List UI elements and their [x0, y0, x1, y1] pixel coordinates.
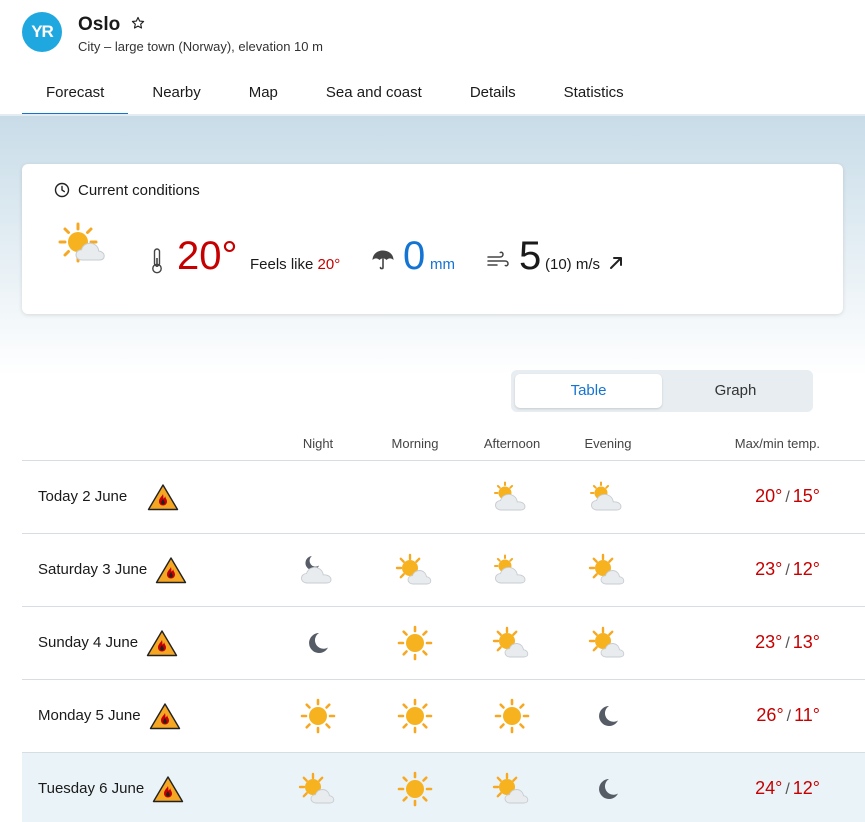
tab-forecast[interactable]: Forecast — [22, 72, 129, 116]
fire-danger-warning-icon[interactable] — [149, 702, 181, 730]
wind-direction-arrow-icon — [610, 257, 622, 269]
partly-cloudy-sun-icon — [298, 772, 335, 804]
column-header-maxmin: Max/min temp. — [734, 436, 820, 451]
max-temperature: 26° — [756, 705, 784, 725]
partly-cloudy-sun-icon — [588, 553, 625, 585]
feels-like: Feels like 20° — [250, 256, 340, 273]
sun-icon — [494, 698, 530, 734]
day-label: Sunday 4 June — [38, 634, 139, 651]
temperature-separator: / — [786, 708, 792, 725]
sun-icon — [397, 625, 433, 661]
moon-icon — [599, 706, 618, 726]
feels-like-value: 20° — [317, 256, 341, 273]
max-min-temperature: 23°/13° — [755, 632, 820, 653]
max-min-temperature: 26°/11° — [756, 705, 820, 726]
fire-danger-warning-icon[interactable] — [152, 775, 184, 803]
wind-speed: 5 — [519, 234, 542, 278]
tab-bar: Forecast Nearby Map Sea and coast Detail… — [22, 72, 648, 116]
temperature-separator: / — [785, 489, 790, 506]
day-label: Monday 5 June — [38, 707, 141, 724]
min-temperature: 13° — [792, 632, 820, 652]
current-temperature: 20° — [177, 234, 238, 278]
moon-icon — [599, 779, 618, 799]
max-temperature: 23° — [755, 632, 783, 652]
tab-sea-and-coast[interactable]: Sea and coast — [302, 72, 446, 116]
sun-icon — [397, 771, 433, 807]
forecast-row[interactable]: Sunday 4 June 23°/13° — [22, 607, 865, 679]
fire-danger-warning-icon[interactable] — [146, 629, 178, 657]
column-header-night: Night — [302, 436, 334, 451]
partly-cloudy-sun-icon — [58, 222, 105, 263]
fire-danger-warning-icon[interactable] — [147, 483, 179, 511]
max-min-temperature: 24°/12° — [755, 778, 820, 799]
current-conditions-title: Current conditions — [78, 182, 200, 199]
sun-icon — [397, 698, 433, 734]
temperature-separator: / — [785, 781, 790, 798]
clock-icon — [54, 182, 70, 198]
tab-details[interactable]: Details — [446, 72, 540, 116]
max-temperature: 23° — [755, 559, 783, 579]
max-min-temperature: 23°/12° — [755, 559, 820, 580]
forecast-row[interactable]: Tuesday 6 June 24°/12° — [22, 753, 865, 822]
cloudy-sun-icon — [494, 554, 526, 584]
header: YR Oslo City – large town (Norway), elev… — [0, 0, 865, 116]
forecast-table-header: Night Morning Afternoon Evening Max/min … — [22, 430, 865, 460]
cloudy-sun-icon — [494, 481, 526, 511]
view-toggle: Table Graph — [511, 370, 813, 412]
temperature-separator: / — [785, 562, 790, 579]
graph-view-button[interactable]: Graph — [662, 374, 809, 408]
min-temperature: 12° — [792, 559, 820, 579]
forecast-row[interactable]: Today 2 June 20°/15° — [22, 461, 865, 533]
tab-statistics[interactable]: Statistics — [540, 72, 648, 116]
fire-danger-warning-icon[interactable] — [155, 556, 187, 584]
page-title: Oslo — [78, 14, 121, 35]
wind-icon — [487, 251, 509, 267]
partly-cloudy-sun-icon — [492, 626, 529, 658]
thermometer-icon — [152, 248, 162, 274]
umbrella-icon — [372, 250, 394, 270]
day-label: Tuesday 6 June — [38, 780, 145, 797]
max-temperature: 24° — [755, 778, 783, 798]
min-temperature: 11° — [794, 705, 820, 725]
location-subtitle: City – large town (Norway), elevation 10… — [78, 39, 323, 54]
moon-icon — [309, 633, 328, 653]
forecast-row[interactable]: Saturday 3 June 23°/12° — [22, 534, 865, 606]
column-header-evening: Evening — [584, 436, 632, 451]
temperature-separator: / — [785, 635, 790, 652]
precipitation-value: 0 — [403, 234, 426, 278]
max-temperature: 20° — [755, 486, 783, 506]
min-temperature: 12° — [792, 778, 820, 798]
day-label: Saturday 3 June — [38, 561, 148, 578]
favorite-star-icon[interactable] — [131, 16, 145, 30]
table-view-button[interactable]: Table — [515, 374, 662, 408]
wind-gust: (10) m/s — [545, 256, 601, 273]
yr-logo[interactable]: YR — [22, 12, 62, 52]
min-temperature: 15° — [792, 486, 820, 506]
cloudy-sun-icon — [590, 481, 622, 511]
partly-cloudy-sun-icon — [395, 553, 432, 585]
day-label: Today 2 June — [38, 488, 128, 505]
cloudy-moon-icon — [301, 556, 332, 584]
forecast-row[interactable]: Monday 5 June 26°/11° — [22, 680, 865, 752]
feels-like-label: Feels like — [250, 256, 314, 273]
sun-icon — [300, 698, 336, 734]
column-header-afternoon: Afternoon — [483, 436, 541, 451]
column-header-morning: Morning — [391, 436, 439, 451]
partly-cloudy-sun-icon — [588, 626, 625, 658]
precipitation-unit: mm — [430, 256, 455, 273]
max-min-temperature: 20°/15° — [755, 486, 820, 507]
current-conditions-card: Current conditions 20° Feels like 20° 0 … — [22, 164, 843, 314]
tab-map[interactable]: Map — [225, 72, 302, 116]
tab-nearby[interactable]: Nearby — [128, 72, 224, 116]
partly-cloudy-sun-icon — [492, 772, 529, 804]
